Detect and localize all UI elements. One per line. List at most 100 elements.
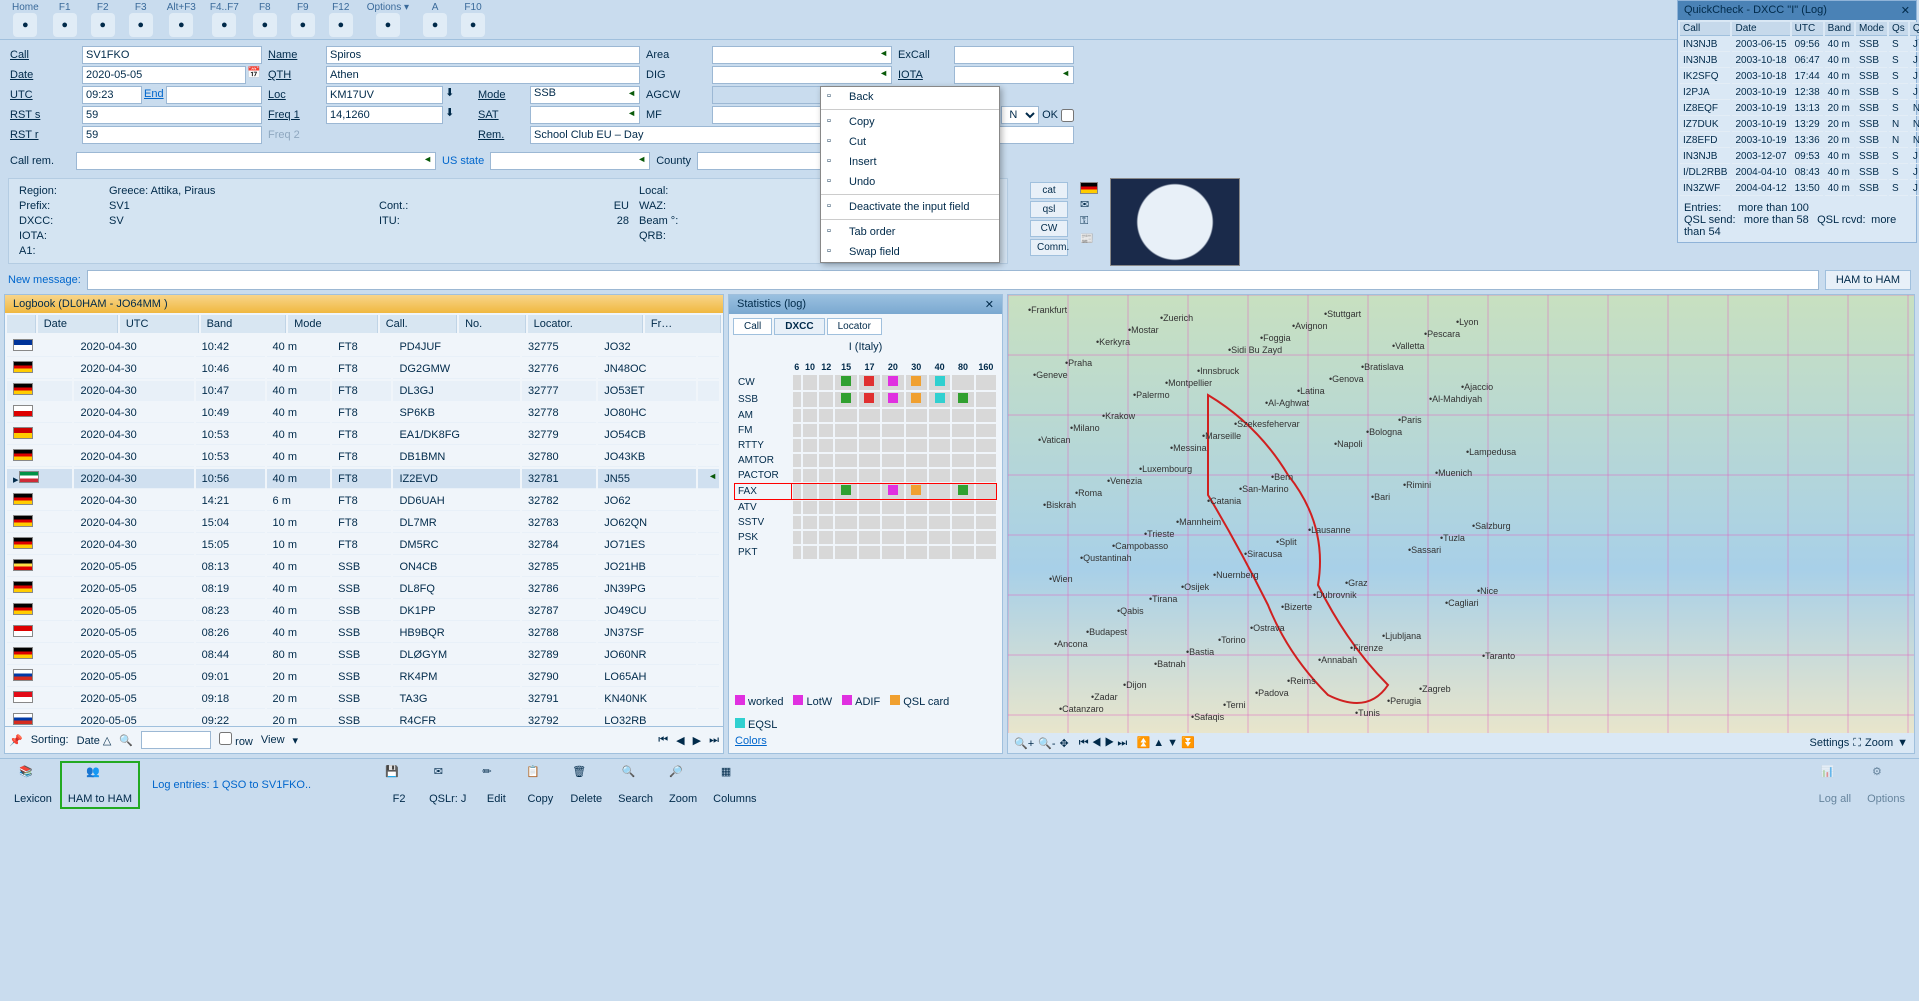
zoom-out-icon[interactable]: 🔍- xyxy=(1038,737,1055,750)
loc-input[interactable] xyxy=(326,86,443,104)
qth-input[interactable] xyxy=(326,66,640,84)
quickcheck-row[interactable]: IZ8EFD2003-10-1913:3620 mSSBNN xyxy=(1680,134,1919,148)
nav-first-icon[interactable]: ⏮ xyxy=(658,734,668,747)
qsl-icon[interactable]: ✉ xyxy=(1080,198,1098,211)
log-row[interactable]: 2020-04-3010:4240 mFT8PD4JUF32775JO32 xyxy=(7,337,721,357)
side-cat-button[interactable]: cat xyxy=(1030,182,1068,199)
log-row[interactable]: 2020-04-3010:4940 mFT8SP6KB32778JO80HC xyxy=(7,403,721,423)
btn-options[interactable]: ⚙Options xyxy=(1861,763,1911,807)
loc-fetch-icon[interactable]: ⬇ xyxy=(443,86,456,104)
iota-select[interactable] xyxy=(954,66,1074,84)
ctx-cut[interactable]: ▫Cut xyxy=(821,132,999,152)
tb-book[interactable]: F10● xyxy=(455,0,491,39)
tb-opts[interactable]: Options ▾● xyxy=(361,0,415,39)
quickcheck-row[interactable]: IN3ZWF2004-04-1213:5040 mSSBSJ xyxy=(1680,182,1919,196)
quickcheck-row[interactable]: IN3NJB2003-10-1806:4740 mSSBSJ xyxy=(1680,54,1919,68)
expand-icon[interactable]: ⛶ xyxy=(1853,737,1861,750)
news-icon[interactable]: 📰 xyxy=(1080,232,1098,245)
tb-help[interactable]: F1● xyxy=(47,0,83,39)
name-input[interactable] xyxy=(326,46,640,64)
sort-dropdown[interactable]: Date △ xyxy=(77,734,112,747)
log-row[interactable]: 2020-05-0509:1820 mSSBTA3G32791KN40NK xyxy=(7,689,721,709)
end-link[interactable]: End xyxy=(144,86,164,104)
btn-f2[interactable]: 💾F2 xyxy=(379,763,419,807)
tab-dxcc[interactable]: DXCC xyxy=(774,318,824,335)
freq-fetch-icon[interactable]: ⬇ xyxy=(443,106,456,124)
tb-map[interactable]: F8● xyxy=(247,0,283,39)
map-panel[interactable]: •Frankfurt•Praha•Krakow•Luxembourg•Mannh… xyxy=(1007,294,1915,754)
tb-a[interactable]: A● xyxy=(417,0,453,39)
message-input[interactable] xyxy=(87,270,1819,290)
excall-input[interactable] xyxy=(954,46,1074,64)
view-dropdown[interactable]: View xyxy=(261,734,285,746)
anchor-icon[interactable]: 📌 xyxy=(9,734,23,747)
log-row[interactable]: ▸2020-04-3010:5640 mFT8IZ2EVD32781JN55 xyxy=(7,469,721,489)
log-row[interactable]: 2020-04-3010:4740 mFT8DL3GJ32777JO53ET xyxy=(7,381,721,401)
log-row[interactable]: 2020-05-0508:2340 mSSBDK1PP32787JO49CU xyxy=(7,601,721,621)
tb-globe2[interactable]: Alt+F3● xyxy=(161,0,202,39)
nav-prev-icon[interactable]: ◀ xyxy=(676,734,684,747)
call-input[interactable] xyxy=(82,46,262,64)
row-checkbox[interactable] xyxy=(219,732,232,745)
ctx-insert[interactable]: ▫Insert xyxy=(821,152,999,172)
quickcheck-row[interactable]: IN3NJB2003-06-1509:5640 mSSBSJ xyxy=(1680,38,1919,52)
log-row[interactable]: 2020-05-0508:1940 mSSBDL8FQ32786JN39PG xyxy=(7,579,721,599)
btn-zoom[interactable]: 🔎Zoom xyxy=(663,763,703,807)
side-CW-button[interactable]: CW xyxy=(1030,220,1068,237)
tab-locator[interactable]: Locator xyxy=(827,318,882,335)
search-icon[interactable]: 🔍 xyxy=(119,734,133,747)
side-Comm.-button[interactable]: Comm. xyxy=(1030,239,1068,256)
ctx-deactivate-the-input-field[interactable]: ▫Deactivate the input field xyxy=(821,197,999,217)
log-row[interactable]: 2020-04-3010:5340 mFT8EA1/DK8FG32779JO54… xyxy=(7,425,721,445)
pan-icon[interactable]: ✥ xyxy=(1059,737,1068,750)
tb-home[interactable]: Home● xyxy=(6,0,45,39)
usstate-select[interactable] xyxy=(490,152,650,170)
side-qsl-button[interactable]: qsl xyxy=(1030,201,1068,218)
tb-qsl[interactable]: F9● xyxy=(285,0,321,39)
log-row[interactable]: 2020-04-3010:4640 mFT8DG2GMW32776JN48OC xyxy=(7,359,721,379)
rsts-input[interactable] xyxy=(82,106,262,124)
rstr-input[interactable] xyxy=(82,126,262,144)
btn-columns[interactable]: ▦Columns xyxy=(707,763,762,807)
tb-cards[interactable]: F4..F7● xyxy=(204,0,245,39)
btn-log-all[interactable]: 📊Log all xyxy=(1813,763,1857,807)
tb-tools[interactable]: F12● xyxy=(323,0,359,39)
mode-select[interactable]: SSB xyxy=(530,86,640,104)
quickcheck-row[interactable]: I2PJA2003-10-1912:3840 mSSBSJ xyxy=(1680,86,1919,100)
close-icon[interactable]: ✕ xyxy=(1901,4,1910,17)
ok-checkbox[interactable] xyxy=(1061,109,1074,122)
btn-delete[interactable]: 🗑Delete xyxy=(564,763,608,807)
log-row[interactable]: 2020-05-0509:0120 mSSBRK4PM32790LO65AH xyxy=(7,667,721,687)
btn-search[interactable]: 🔍Search xyxy=(612,763,659,807)
callrem-select[interactable] xyxy=(76,152,436,170)
date-input[interactable] xyxy=(82,66,246,84)
utc-input[interactable] xyxy=(82,86,142,104)
quickcheck-row[interactable]: IZ8EQF2003-10-1913:1320 mSSBSN xyxy=(1680,102,1919,116)
ctx-swap-field[interactable]: ▫Swap field xyxy=(821,242,999,262)
colors-link[interactable]: Colors xyxy=(735,735,996,747)
tb-globe[interactable]: F3● xyxy=(123,0,159,39)
quickcheck-row[interactable]: IK2SFQ2003-10-1817:4440 mSSBSJ xyxy=(1680,70,1919,84)
map-settings[interactable]: Settings xyxy=(1810,737,1850,749)
nav-next-icon[interactable]: ▶ xyxy=(693,734,701,747)
btn-copy[interactable]: 📋Copy xyxy=(520,763,560,807)
utc-end-input[interactable] xyxy=(166,86,262,104)
btn-lexicon[interactable]: 📚Lexicon xyxy=(8,763,58,807)
ctx-copy[interactable]: ▫Copy xyxy=(821,112,999,132)
tb-save[interactable]: F2● xyxy=(85,0,121,39)
log-row[interactable]: 2020-05-0509:2220 mSSBR4CFR32792LO32RB xyxy=(7,711,721,726)
log-search-input[interactable] xyxy=(141,731,211,749)
log-row[interactable]: 2020-04-3014:216 mFT8DD6UAH32782JO62 xyxy=(7,491,721,511)
log-row[interactable]: 2020-04-3015:0410 mFT8DL7MR32783JO62QN xyxy=(7,513,721,533)
dig-select[interactable] xyxy=(712,66,892,84)
quickcheck-row[interactable]: I/DL2RBB2004-04-1008:4340 mSSBSJ xyxy=(1680,166,1919,180)
log-row[interactable]: 2020-04-3010:5340 mFT8DB1BMN32780JO43KB xyxy=(7,447,721,467)
btn-ham-to-ham[interactable]: 👥HAM to HAM xyxy=(62,763,138,807)
zoom-toggle-icon[interactable]: ▼ xyxy=(1897,737,1908,749)
key-icon[interactable]: ⚿ xyxy=(1080,215,1098,228)
usstate-link[interactable]: US state xyxy=(442,155,484,167)
close-icon[interactable]: ✕ xyxy=(985,298,994,311)
n-select[interactable]: N xyxy=(1001,106,1039,124)
tab-call[interactable]: Call xyxy=(733,318,772,335)
log-row[interactable]: 2020-05-0508:2640 mSSBHB9BQR32788JN37SF xyxy=(7,623,721,643)
